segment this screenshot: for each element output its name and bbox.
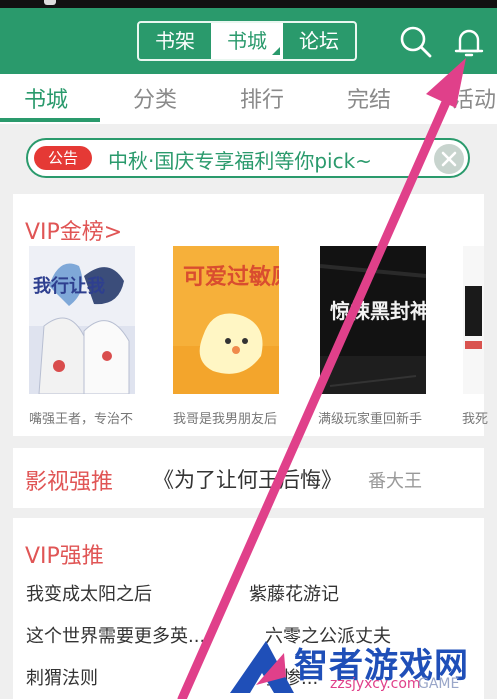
notification-button[interactable] — [449, 22, 489, 62]
book-cover-1[interactable]: 我行让我 — [29, 246, 135, 394]
book-cover-4[interactable] — [463, 246, 484, 394]
book-cover-3-art: 惊悚黑封神游戏 — [320, 246, 426, 394]
book-cover-1-lettering: 我行让我 — [33, 275, 105, 297]
segment-bookshelf[interactable]: 书架 — [139, 23, 211, 59]
list-item[interactable]: 刺猬法则 — [26, 664, 98, 690]
tab-categories[interactable]: 分类 — [133, 82, 177, 114]
bell-icon — [454, 29, 484, 57]
tab-ranking[interactable]: 排行 — [240, 82, 284, 114]
vip-gold-section: VIP金榜> 我行让我 可爱过敏原 — [13, 194, 488, 436]
watermark-suffix: GAME — [418, 676, 460, 692]
tab-bookstore[interactable]: 书城 — [24, 82, 68, 114]
video-recommend-author: 番大王 — [368, 471, 422, 492]
category-tabs: 书城 分类 排行 完结 活动 — [0, 74, 497, 124]
book-cover-4-art — [463, 246, 484, 394]
search-button[interactable] — [396, 22, 436, 62]
watermark-url: zzsjyxcy.com — [330, 676, 421, 692]
announcement-text: 中秋·国庆专享福利等你pick~ — [108, 149, 372, 173]
video-recommend-section[interactable]: 影视强推 《为了让何王后悔》 番大王 — [13, 448, 484, 508]
section-switcher: 书架 书城 论坛 — [137, 21, 357, 61]
list-item[interactable]: 紫藤花游记 — [249, 580, 339, 606]
book-cover-2-lettering: 可爱过敏原 — [183, 264, 279, 290]
announcement-bar[interactable]: 公告 中秋·国庆专享福利等你pick~ — [26, 138, 470, 178]
book-title-4[interactable]: 我死 — [462, 408, 488, 427]
bookstore-content: 公告 中秋·国庆专享福利等你pick~ VIP金榜> 我行让我 可爱过敏 惊悚黑… — [0, 124, 497, 699]
active-tab-indicator — [0, 118, 100, 122]
tab-events[interactable]: 活动 — [452, 82, 496, 114]
tab-completed[interactable]: 完结 — [347, 82, 391, 114]
status-bar — [0, 0, 497, 8]
video-recommend-book[interactable]: 《为了让何王后悔》 — [153, 464, 342, 494]
close-button[interactable] — [434, 144, 464, 174]
book-title-3[interactable]: 满级玩家重回新手 — [318, 408, 422, 427]
video-recommend-title: 影视强推 — [25, 470, 114, 495]
book-cover-2-art: 可爱过敏原 — [173, 246, 279, 394]
close-icon — [441, 151, 457, 167]
vip-recommend-title: VIP强推 — [25, 544, 104, 569]
list-item[interactable]: 我变成太阳之后 — [26, 580, 152, 606]
book-title-2[interactable]: 我哥是我男朋友后 — [173, 408, 277, 427]
search-icon — [400, 26, 432, 58]
segment-bookstore[interactable]: 书城 — [211, 23, 283, 59]
list-item[interactable]: 这个世界需要更多英... — [26, 622, 205, 648]
segment-bookstore-label: 书城 — [227, 29, 267, 53]
book-cover-2[interactable]: 可爱过敏原 — [173, 246, 279, 394]
dropdown-triangle-icon — [272, 47, 280, 55]
book-cover-3[interactable]: 惊悚黑封神游戏 — [320, 246, 426, 394]
book-cover-1-art: 我行让我 — [29, 246, 135, 394]
vip-gold-title[interactable]: VIP金榜> — [25, 214, 122, 246]
status-indicator — [44, 0, 56, 5]
book-cover-3-lettering: 惊悚黑封神游戏 — [330, 299, 426, 323]
segment-forum[interactable]: 论坛 — [283, 23, 355, 59]
book-title-1[interactable]: 嘴强王者，专治不 — [29, 408, 133, 427]
top-bar: 书架 书城 论坛 — [0, 8, 497, 74]
announcement-badge: 公告 — [34, 146, 92, 170]
